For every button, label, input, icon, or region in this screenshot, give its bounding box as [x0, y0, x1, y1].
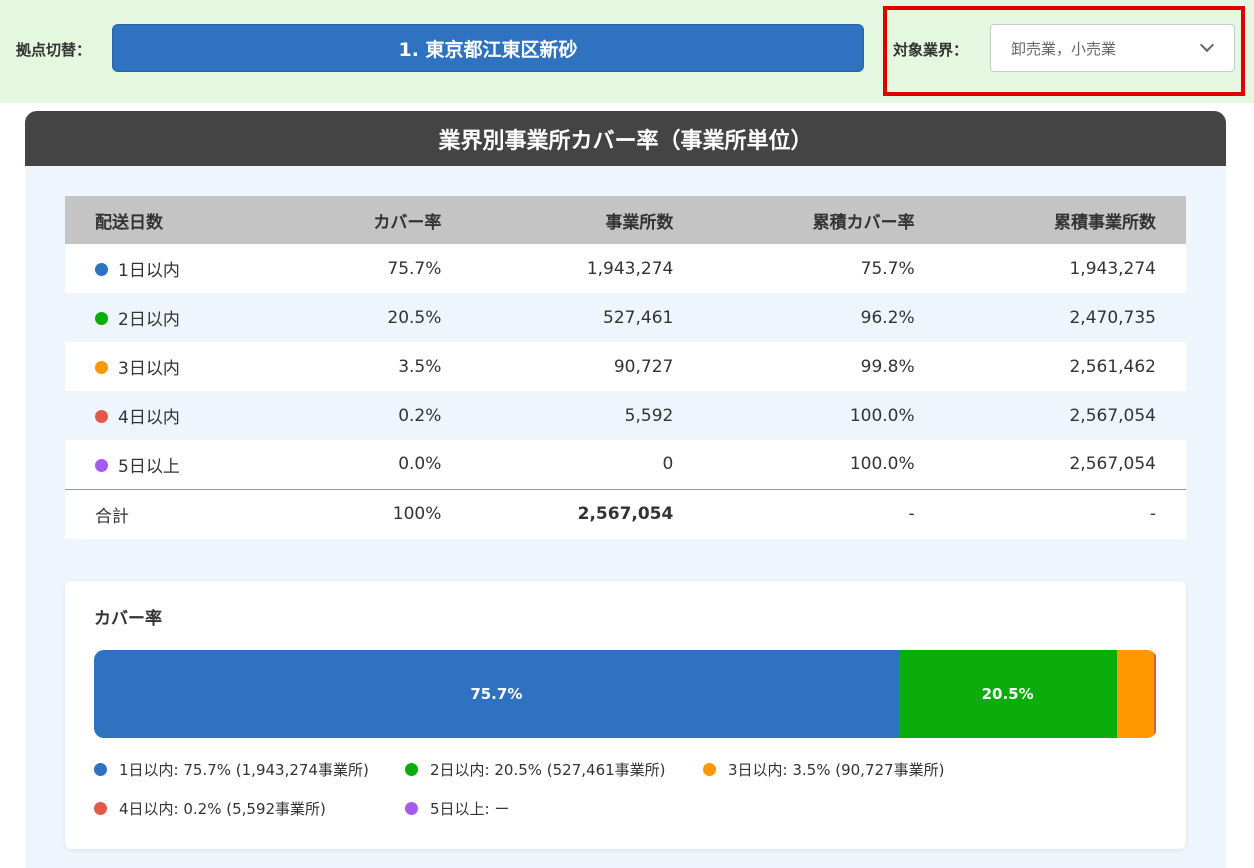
row-rate: 20.5%: [387, 307, 442, 328]
row-label: 2日以内: [118, 310, 180, 330]
row-cum-count: 1,943,274: [1069, 258, 1156, 279]
row-count: 1,943,274: [586, 258, 674, 279]
col-header-cum-count: 累積事業所数: [1054, 212, 1156, 233]
row-label: 4日以内: [118, 408, 180, 428]
row-count: 5,592: [624, 405, 674, 426]
row-cum-count: 2,561,462: [1069, 356, 1156, 377]
legend-label: 3日以内: 3.5% (90,727事業所): [728, 761, 945, 779]
table-row: 1日以内 75.7% 1,943,274 75.7% 1,943,274: [65, 244, 1186, 293]
col-header-count: 事業所数: [605, 212, 674, 233]
status-dot-icon: [95, 263, 108, 276]
bar-segment: 75.7%: [94, 650, 899, 738]
site-label: 拠点切替：: [16, 41, 92, 59]
coverage-panel: 業界別事業所カバー率（事業所単位） 配送日数 カバー率 事業所数 累積カバー率 …: [25, 111, 1226, 868]
row-cum-count: 2,567,054: [1069, 454, 1156, 475]
row-cum-rate: 100.0%: [849, 405, 915, 426]
legend-dot-icon: [94, 802, 107, 815]
row-rate: 75.7%: [387, 258, 442, 279]
table-row: 5日以上 0.0% 0 100.0% 2,567,054: [65, 440, 1186, 489]
row-label: 5日以上: [118, 456, 180, 477]
row-cum-rate: 100.0%: [849, 454, 915, 475]
status-dot-icon: [95, 312, 108, 325]
row-rate: 0.2%: [398, 405, 442, 426]
row-rate: 3.5%: [398, 356, 442, 377]
row-label: 3日以内: [118, 359, 180, 379]
table-row: 2日以内 20.5% 527,461 96.2% 2,470,735: [65, 293, 1186, 342]
row-count: 0: [662, 454, 674, 475]
col-header-rate: カバー率: [373, 212, 442, 233]
legend-dot-icon: [405, 802, 418, 815]
legend-label: 5日以上: ー: [430, 800, 510, 818]
coverage-stacked-bar: 75.7% 20.5%: [94, 650, 1157, 738]
legend-dot-icon: [94, 763, 107, 776]
row-cum-rate: 96.2%: [860, 307, 915, 328]
bar-segment: [1116, 650, 1154, 738]
bar-segment: 20.5%: [898, 650, 1117, 738]
table-row: 3日以内 3.5% 90,727 99.8% 2,561,462: [65, 342, 1186, 391]
bar-segment-label: 75.7%: [470, 685, 523, 703]
legend-dot-icon: [405, 763, 418, 776]
table-header-row: 配送日数 カバー率 事業所数 累積カバー率 累積事業所数: [65, 196, 1186, 244]
legend-item: 5日以上: ー: [405, 798, 509, 819]
legend-dot-icon: [703, 763, 716, 776]
row-cum-count: 2,567,054: [1069, 405, 1156, 426]
coverage-chart-card: カバー率 75.7% 20.5% 1日以内: 75.7% (1,943,274事業…: [65, 581, 1186, 849]
legend-label: 1日以内: 75.7% (1,943,274事業所): [119, 761, 369, 779]
total-cum-rate: -: [908, 504, 915, 525]
status-dot-icon: [95, 458, 108, 472]
legend-label: 2日以内: 20.5% (527,461事業所): [430, 761, 666, 779]
total-count: 2,567,054: [577, 504, 674, 525]
status-dot-icon: [95, 410, 108, 423]
highlight-box: [883, 6, 1245, 96]
row-cum-count: 2,470,735: [1069, 307, 1156, 328]
coverage-table: 配送日数 カバー率 事業所数 累積カバー率 累積事業所数 1日以内 75.7% …: [65, 196, 1186, 539]
legend-item: 4日以内: 0.2% (5,592事業所): [94, 798, 326, 819]
coverage-table-wrap: 配送日数 カバー率 事業所数 累積カバー率 累積事業所数 1日以内 75.7% …: [65, 196, 1186, 539]
row-count: 90,727: [613, 356, 674, 377]
legend-item: 1日以内: 75.7% (1,943,274事業所): [94, 759, 369, 780]
table-row: 4日以内 0.2% 5,592 100.0% 2,567,054: [65, 391, 1186, 440]
status-dot-icon: [95, 361, 108, 374]
row-label: 1日以内: [118, 261, 180, 281]
row-rate: 0.0%: [398, 454, 442, 475]
total-label: 合計: [95, 506, 129, 527]
legend-item: 3日以内: 3.5% (90,727事業所): [703, 759, 944, 780]
row-count: 527,461: [603, 307, 674, 328]
panel-title: 業界別事業所カバー率（事業所単位）: [25, 111, 1226, 166]
legend-item: 2日以内: 20.5% (527,461事業所): [405, 759, 666, 780]
bar-segment-label: 20.5%: [981, 685, 1034, 703]
row-cum-rate: 75.7%: [860, 258, 915, 279]
col-header-days: 配送日数: [95, 212, 163, 233]
table-total-row: 合計 100% 2,567,054 - -: [65, 489, 1186, 539]
top-bar: 拠点切替： 1. 東京都江東区新砂 対象業界： 卸売業，小売業: [0, 0, 1254, 103]
legend-label: 4日以内: 0.2% (5,592事業所): [119, 800, 326, 818]
site-switch-button[interactable]: 1. 東京都江東区新砂: [112, 24, 864, 72]
total-cum-count: -: [1149, 504, 1156, 525]
chart-title: カバー率: [94, 609, 162, 629]
col-header-cum-rate: 累積カバー率: [812, 212, 915, 233]
row-cum-rate: 99.8%: [860, 356, 915, 377]
bar-segment: [1153, 650, 1156, 738]
total-rate: 100%: [392, 504, 442, 525]
